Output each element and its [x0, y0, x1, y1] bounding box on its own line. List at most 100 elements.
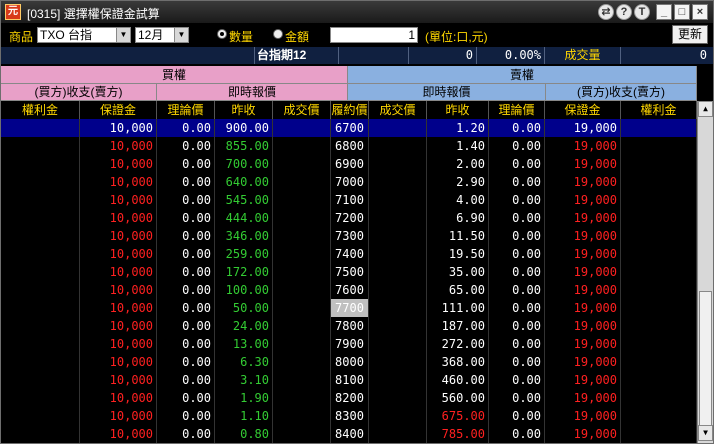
table-row[interactable]: 10,000 0.00 3.10 8100 460.00 0.00 19,000: [1, 371, 697, 389]
table-row[interactable]: 10,000 0.00 855.00 6800 1.40 0.00 19,000: [1, 137, 697, 155]
cell-strike[interactable]: 6700: [331, 119, 369, 137]
cell-put-last[interactable]: [369, 155, 427, 173]
cell-put-theo[interactable]: 0.00: [489, 281, 545, 299]
cell-put-last[interactable]: [369, 245, 427, 263]
cell-put-premium[interactable]: [621, 137, 697, 155]
cell-strike[interactable]: 7500: [331, 263, 369, 281]
table-row[interactable]: 10,000 0.00 6.30 8000 368.00 0.00 19,000: [1, 353, 697, 371]
table-row[interactable]: 10,000 0.00 100.00 7600 65.00 0.00 19,000: [1, 281, 697, 299]
cell-put-prev[interactable]: 19.50: [427, 245, 489, 263]
cell-call-theo[interactable]: 0.00: [157, 335, 215, 353]
cell-put-margin[interactable]: 19,000: [545, 209, 621, 227]
col-strike[interactable]: 履約價: [331, 101, 369, 119]
table-row[interactable]: 10,000 0.00 50.00 7700 111.00 0.00 19,000: [1, 299, 697, 317]
cell-call-theo[interactable]: 0.00: [157, 389, 215, 407]
cell-put-margin[interactable]: 19,000: [545, 317, 621, 335]
cell-call-last[interactable]: [273, 119, 331, 137]
cell-put-premium[interactable]: [621, 389, 697, 407]
col-call-premium[interactable]: 權利金: [1, 101, 80, 119]
cell-call-premium[interactable]: [1, 209, 80, 227]
cell-put-prev[interactable]: 111.00: [427, 299, 489, 317]
cell-call-last[interactable]: [273, 317, 331, 335]
cell-put-premium[interactable]: [621, 299, 697, 317]
cell-put-theo[interactable]: 0.00: [489, 335, 545, 353]
cell-put-last[interactable]: [369, 281, 427, 299]
col-call-theo[interactable]: 理論價: [157, 101, 215, 119]
cell-put-margin[interactable]: 19,000: [545, 371, 621, 389]
cell-call-last[interactable]: [273, 191, 331, 209]
cell-put-prev[interactable]: 460.00: [427, 371, 489, 389]
cell-strike[interactable]: 7600: [331, 281, 369, 299]
cell-put-prev[interactable]: 187.00: [427, 317, 489, 335]
cell-call-prev[interactable]: 50.00: [215, 299, 273, 317]
cell-put-margin[interactable]: 19,000: [545, 263, 621, 281]
col-put-premium[interactable]: 權利金: [621, 101, 697, 119]
cell-strike[interactable]: 7300: [331, 227, 369, 245]
cell-call-premium[interactable]: [1, 263, 80, 281]
title-bar[interactable]: 元 [0315] 選擇權保證金試算 ⇄ ? T _ □ ×: [1, 1, 713, 23]
cell-put-prev[interactable]: 2.00: [427, 155, 489, 173]
cell-put-premium[interactable]: [621, 227, 697, 245]
table-row[interactable]: 10,000 0.00 900.00 6700 1.20 0.00 19,000: [1, 119, 697, 137]
cell-call-theo[interactable]: 0.00: [157, 155, 215, 173]
product-select[interactable]: TXO 台指 ▼: [37, 27, 131, 43]
cell-call-margin[interactable]: 10,000: [80, 335, 157, 353]
cell-call-theo[interactable]: 0.00: [157, 245, 215, 263]
cell-call-prev[interactable]: 900.00: [215, 119, 273, 137]
cell-call-margin[interactable]: 10,000: [80, 137, 157, 155]
cell-put-margin[interactable]: 19,000: [545, 281, 621, 299]
table-row[interactable]: 10,000 0.00 172.00 7500 35.00 0.00 19,000: [1, 263, 697, 281]
cell-put-margin[interactable]: 19,000: [545, 335, 621, 353]
cell-put-theo[interactable]: 0.00: [489, 425, 545, 443]
cell-call-last[interactable]: [273, 173, 331, 191]
cell-put-theo[interactable]: 0.00: [489, 389, 545, 407]
cell-put-margin[interactable]: 19,000: [545, 299, 621, 317]
cell-call-last[interactable]: [273, 371, 331, 389]
cell-strike[interactable]: 7700: [331, 299, 369, 317]
cell-put-theo[interactable]: 0.00: [489, 137, 545, 155]
cell-put-margin[interactable]: 19,000: [545, 389, 621, 407]
table-row[interactable]: 10,000 0.00 0.80 8400 785.00 0.00 19,000: [1, 425, 697, 443]
cell-call-margin[interactable]: 10,000: [80, 353, 157, 371]
cell-put-theo[interactable]: 0.00: [489, 407, 545, 425]
cell-strike[interactable]: 7800: [331, 317, 369, 335]
cell-put-last[interactable]: [369, 299, 427, 317]
cell-put-margin[interactable]: 19,000: [545, 353, 621, 371]
cell-put-margin[interactable]: 19,000: [545, 119, 621, 137]
cell-put-last[interactable]: [369, 335, 427, 353]
cell-put-theo[interactable]: 0.00: [489, 227, 545, 245]
cell-put-prev[interactable]: 65.00: [427, 281, 489, 299]
cell-strike[interactable]: 6800: [331, 137, 369, 155]
cell-call-margin[interactable]: 10,000: [80, 227, 157, 245]
cell-call-margin[interactable]: 10,000: [80, 389, 157, 407]
cell-call-prev[interactable]: 1.10: [215, 407, 273, 425]
cell-put-premium[interactable]: [621, 155, 697, 173]
refresh-button[interactable]: 更新: [672, 25, 708, 44]
cell-call-theo[interactable]: 0.00: [157, 227, 215, 245]
cell-call-prev[interactable]: 444.00: [215, 209, 273, 227]
cell-call-prev[interactable]: 346.00: [215, 227, 273, 245]
cell-strike[interactable]: 7100: [331, 191, 369, 209]
options-table-body[interactable]: 10,000 0.00 900.00 6700 1.20 0.00 19,000 10,000…: [1, 119, 697, 443]
table-row[interactable]: 10,000 0.00 700.00 6900 2.00 0.00 19,000: [1, 155, 697, 173]
cell-call-last[interactable]: [273, 281, 331, 299]
cell-call-theo[interactable]: 0.00: [157, 425, 215, 443]
cell-put-last[interactable]: [369, 137, 427, 155]
scroll-up-icon[interactable]: ▲: [698, 101, 713, 117]
cell-call-premium[interactable]: [1, 335, 80, 353]
cell-call-premium[interactable]: [1, 137, 80, 155]
cell-call-margin[interactable]: 10,000: [80, 173, 157, 191]
cell-call-prev[interactable]: 545.00: [215, 191, 273, 209]
col-put-margin[interactable]: 保證金: [545, 101, 621, 119]
cell-call-theo[interactable]: 0.00: [157, 317, 215, 335]
cell-call-margin[interactable]: 10,000: [80, 317, 157, 335]
cell-call-premium[interactable]: [1, 173, 80, 191]
cell-put-margin[interactable]: 19,000: [545, 173, 621, 191]
cell-call-theo[interactable]: 0.00: [157, 371, 215, 389]
cell-put-premium[interactable]: [621, 317, 697, 335]
cell-put-margin[interactable]: 19,000: [545, 191, 621, 209]
cell-call-theo[interactable]: 0.00: [157, 137, 215, 155]
cell-strike[interactable]: 8100: [331, 371, 369, 389]
cell-call-prev[interactable]: 700.00: [215, 155, 273, 173]
cell-put-theo[interactable]: 0.00: [489, 371, 545, 389]
